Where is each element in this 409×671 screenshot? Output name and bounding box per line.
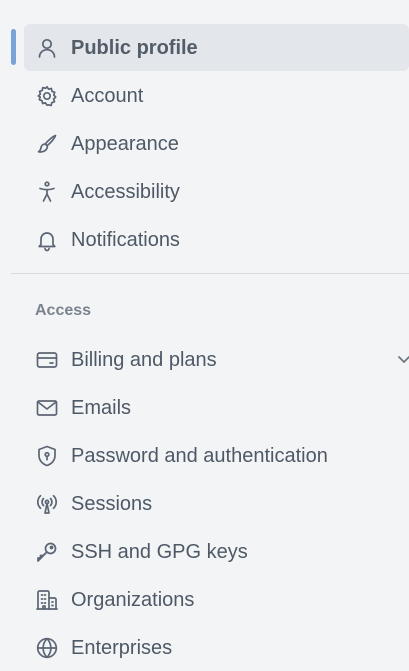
shield-lock-icon <box>34 443 60 469</box>
globe-icon <box>34 635 60 661</box>
sidebar-item-label: Password and authentication <box>71 445 328 467</box>
chevron-down-icon[interactable] <box>395 350 409 368</box>
sidebar-item-label: Billing and plans <box>71 349 217 371</box>
sidebar-item-sessions[interactable]: Sessions <box>24 480 409 527</box>
sidebar-item-emails[interactable]: Emails <box>24 384 409 431</box>
bell-icon <box>34 227 60 253</box>
sidebar-item-billing-and-plans[interactable]: Billing and plans <box>24 336 409 383</box>
gear-icon <box>34 83 60 109</box>
sidebar-item-label: Enterprises <box>71 637 173 659</box>
sidebar-item-label: SSH and GPG keys <box>71 541 248 563</box>
accessibility-icon <box>34 179 60 205</box>
person-icon <box>34 35 60 61</box>
credit-card-icon <box>34 347 60 373</box>
sidebar-item-label: Appearance <box>71 133 179 155</box>
key-icon <box>34 539 60 565</box>
settings-sidebar: Public profile Account Appearance Access… <box>0 0 409 671</box>
broadcast-icon <box>34 491 60 517</box>
organization-icon <box>34 587 60 613</box>
sidebar-item-notifications[interactable]: Notifications <box>24 216 409 263</box>
sidebar-item-label: Organizations <box>71 589 195 611</box>
sidebar-item-label: Notifications <box>71 229 180 251</box>
sidebar-item-accessibility[interactable]: Accessibility <box>24 168 409 215</box>
sidebar-item-ssh-and-gpg-keys[interactable]: SSH and GPG keys <box>24 528 409 575</box>
paintbrush-icon <box>34 131 60 157</box>
sidebar-item-label: Account <box>71 85 144 107</box>
sidebar-item-organizations[interactable]: Organizations <box>24 576 409 623</box>
sidebar-item-enterprises[interactable]: Enterprises <box>24 624 409 671</box>
sidebar-item-label: Public profile <box>71 37 198 59</box>
sidebar-item-account[interactable]: Account <box>24 72 409 119</box>
sidebar-item-public-profile[interactable]: Public profile <box>24 24 409 71</box>
sidebar-divider <box>11 273 409 274</box>
sidebar-item-label: Emails <box>71 397 132 419</box>
sidebar-item-label: Sessions <box>71 493 153 515</box>
sidebar-item-label: Accessibility <box>71 181 180 203</box>
section-heading-access: Access <box>35 302 92 319</box>
sidebar-item-password-and-authentication[interactable]: Password and authentication <box>24 432 409 479</box>
sidebar-item-appearance[interactable]: Appearance <box>24 120 409 167</box>
mail-icon <box>34 395 60 421</box>
active-indicator <box>11 29 16 65</box>
